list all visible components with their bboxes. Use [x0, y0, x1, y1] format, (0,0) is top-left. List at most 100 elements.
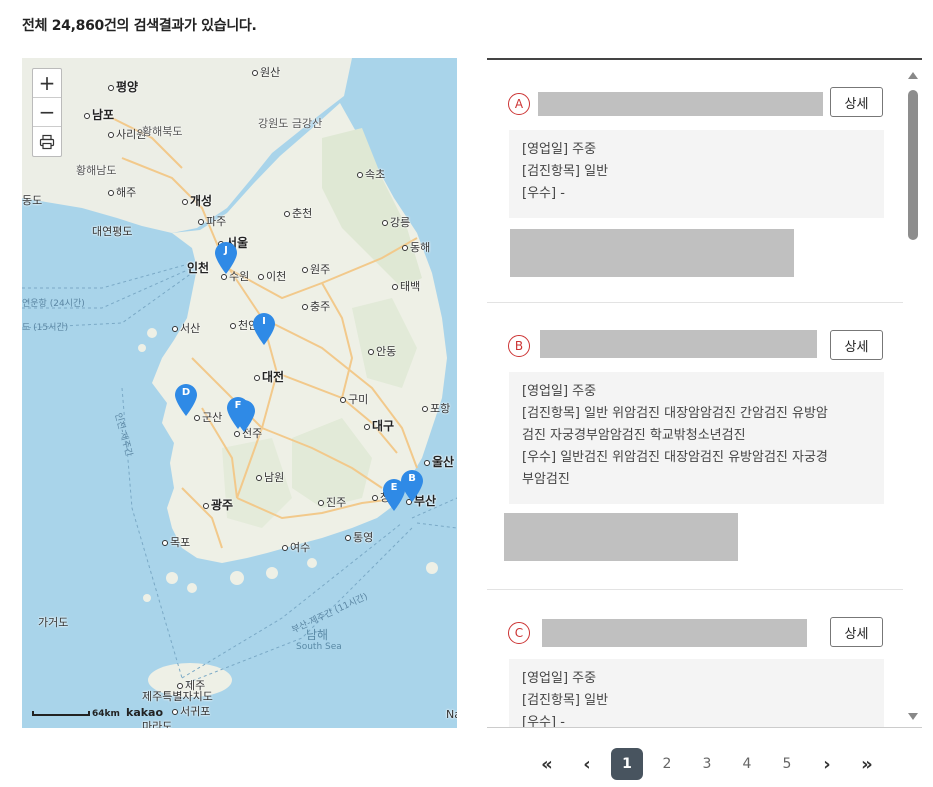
zoom-in-button[interactable]: +	[33, 69, 61, 98]
map-scale: 64km	[32, 709, 120, 719]
map-label-seogwipo: 서귀포	[172, 703, 210, 719]
page-button-3[interactable]: 3	[687, 748, 727, 780]
map-label-jejudo: 제주특별자치도	[142, 688, 213, 704]
map-label-namhae: 남해	[306, 626, 328, 643]
detail-button[interactable]: 상세	[830, 87, 883, 117]
kakao-logo: kakao	[126, 706, 163, 719]
last-page-button[interactable]: »	[847, 748, 887, 780]
map-label-paju: 파주	[198, 213, 226, 229]
map-marker-f-cluster[interactable]: F	[226, 396, 250, 430]
item-info-box: [영업일] 주중 [검진항목] 일반 [우수] -	[509, 130, 884, 218]
map-label-icheon: 이천	[258, 268, 286, 284]
map-label-chungju: 충주	[302, 298, 330, 314]
info-line: 부암검진	[522, 469, 871, 491]
info-line: 검진 자궁경부암암검진 학교밖청소년검진	[522, 425, 871, 447]
map-label-pohang: 포항	[422, 400, 450, 416]
map-label-route1: 연운항 (24시간)	[22, 296, 85, 309]
list-item: A 상세 [영업일] 주중 [검진항목] 일반 [우수] -	[487, 60, 903, 303]
page-button-4[interactable]: 4	[727, 748, 767, 780]
map-label-nampo: 남포	[84, 106, 114, 123]
map-base-layer	[22, 58, 457, 728]
map-label-taebaek: 태백	[392, 278, 420, 294]
map-label-sokcho: 속초	[357, 166, 385, 182]
info-line: [검진항목] 일반	[522, 161, 871, 183]
item-title-redacted	[542, 619, 807, 647]
map-label-yeosu: 여수	[282, 539, 310, 555]
item-info-box: [영업일] 주중 [검진항목] 일반 위암검진 대장암암검진 간암검진 유방암 …	[509, 372, 884, 504]
map-label-wonju: 원주	[302, 261, 330, 277]
map-marker-j[interactable]: J	[214, 241, 238, 275]
info-line: [검진항목] 일반	[522, 690, 871, 712]
item-letter-badge: A	[508, 93, 530, 115]
info-line: [영업일] 주중	[522, 381, 871, 403]
info-line: [검진항목] 일반 위암검진 대장암암검진 간암검진 유방암	[522, 403, 871, 425]
first-page-button[interactable]: «	[527, 748, 567, 780]
map-label-pyeongyang: 평양	[108, 78, 138, 95]
list-scrollbar[interactable]	[905, 70, 921, 720]
map-label-mokpo: 목포	[162, 534, 190, 550]
map-label-andong: 안동	[368, 343, 396, 359]
map-label-incheon: 인천	[187, 259, 209, 276]
map-label-ulsan: 울산	[424, 453, 454, 470]
map-marker-i[interactable]: I	[252, 312, 276, 346]
info-line: [우수] -	[522, 712, 871, 728]
item-extra-redacted	[510, 229, 794, 277]
map-label-route2: 도 (15시간)	[22, 320, 68, 333]
map-label-gwangju: 광주	[203, 496, 233, 513]
map-label-daeyeonpyeong: 대연평도	[92, 223, 132, 239]
item-letter-badge: B	[508, 335, 530, 357]
map-label-donghae: 동해	[402, 239, 430, 255]
result-list-panel: A 상세 [영업일] 주중 [검진항목] 일반 [우수] - B 상세 [영업일…	[487, 58, 922, 728]
map-label-gumi: 구미	[340, 391, 368, 407]
map-label-west-edge: 동도	[22, 192, 42, 208]
page-button-5[interactable]: 5	[767, 748, 807, 780]
map-controls: + −	[32, 68, 62, 157]
next-page-button[interactable]: ›	[807, 748, 847, 780]
map-label-tongyeong: 통영	[345, 529, 373, 545]
map-label-namwon: 남원	[256, 469, 284, 485]
map-marker-b[interactable]: B	[400, 469, 424, 503]
map-label-daejeon: 대전	[254, 368, 284, 385]
scroll-thumb[interactable]	[908, 90, 918, 240]
result-summary: 전체 24,860건의 검색결과가 있습니다.	[22, 15, 257, 35]
print-icon[interactable]	[33, 127, 61, 156]
scroll-up-icon[interactable]	[908, 72, 918, 79]
map-marker-d[interactable]: D	[174, 383, 198, 417]
detail-button[interactable]: 상세	[830, 330, 883, 360]
item-letter-badge: C	[508, 622, 530, 644]
zoom-out-button[interactable]: −	[33, 98, 61, 127]
map-view[interactable]: 평양 원산 남포 사리원 황해북도 강원도 금강산 황해남도 속초 해주 개성 …	[22, 58, 457, 728]
info-line: [우수] 일반검진 위암검진 대장암검진 유방암검진 자궁경	[522, 447, 871, 469]
info-line: [우수] -	[522, 183, 871, 205]
list-item: B 상세 [영업일] 주중 [검진항목] 일반 위암검진 대장암암검진 간암검진…	[487, 303, 903, 590]
prev-page-button[interactable]: ‹	[567, 748, 607, 780]
map-label-hwanghaebuk: 황해북도	[142, 123, 182, 139]
map-label-edge: Na	[446, 708, 457, 721]
page-button-2[interactable]: 2	[647, 748, 687, 780]
map-label-gaeseong: 개성	[182, 192, 212, 209]
map-label-sariwon: 사리원	[108, 126, 146, 142]
item-title-redacted	[538, 92, 823, 116]
map-label-chuncheon: 춘천	[284, 205, 312, 221]
scroll-down-icon[interactable]	[908, 713, 918, 720]
map-label-hwanghaenam: 황해남도	[76, 162, 116, 178]
item-title-redacted	[540, 330, 817, 358]
map-label-gunsan: 군산	[194, 409, 222, 425]
result-list[interactable]: A 상세 [영업일] 주중 [검진항목] 일반 [우수] - B 상세 [영업일…	[487, 60, 903, 728]
page-button-1[interactable]: 1	[611, 748, 643, 780]
map-label-gageodo: 가거도	[38, 614, 68, 630]
list-item: C 상세 [영업일] 주중 [검진항목] 일반 [우수] -	[487, 590, 903, 728]
map-label-wonsan: 원산	[252, 64, 280, 80]
map-label-daegu: 대구	[364, 417, 394, 434]
item-info-box: [영업일] 주중 [검진항목] 일반 [우수] -	[509, 659, 884, 728]
detail-button[interactable]: 상세	[830, 617, 883, 647]
map-label-gangwon: 강원도 금강산	[258, 115, 322, 131]
map-label-gangneung: 강릉	[382, 214, 410, 230]
map-label-south-sea: South Sea	[296, 642, 342, 652]
map-label-jinju: 진주	[318, 494, 346, 510]
map-label-seosan: 서산	[172, 320, 200, 336]
pagination: « ‹ 1 2 3 4 5 › »	[527, 748, 887, 780]
info-line: [영업일] 주중	[522, 139, 871, 161]
map-label-haeju: 해주	[108, 184, 136, 200]
item-extra-redacted	[504, 513, 738, 561]
